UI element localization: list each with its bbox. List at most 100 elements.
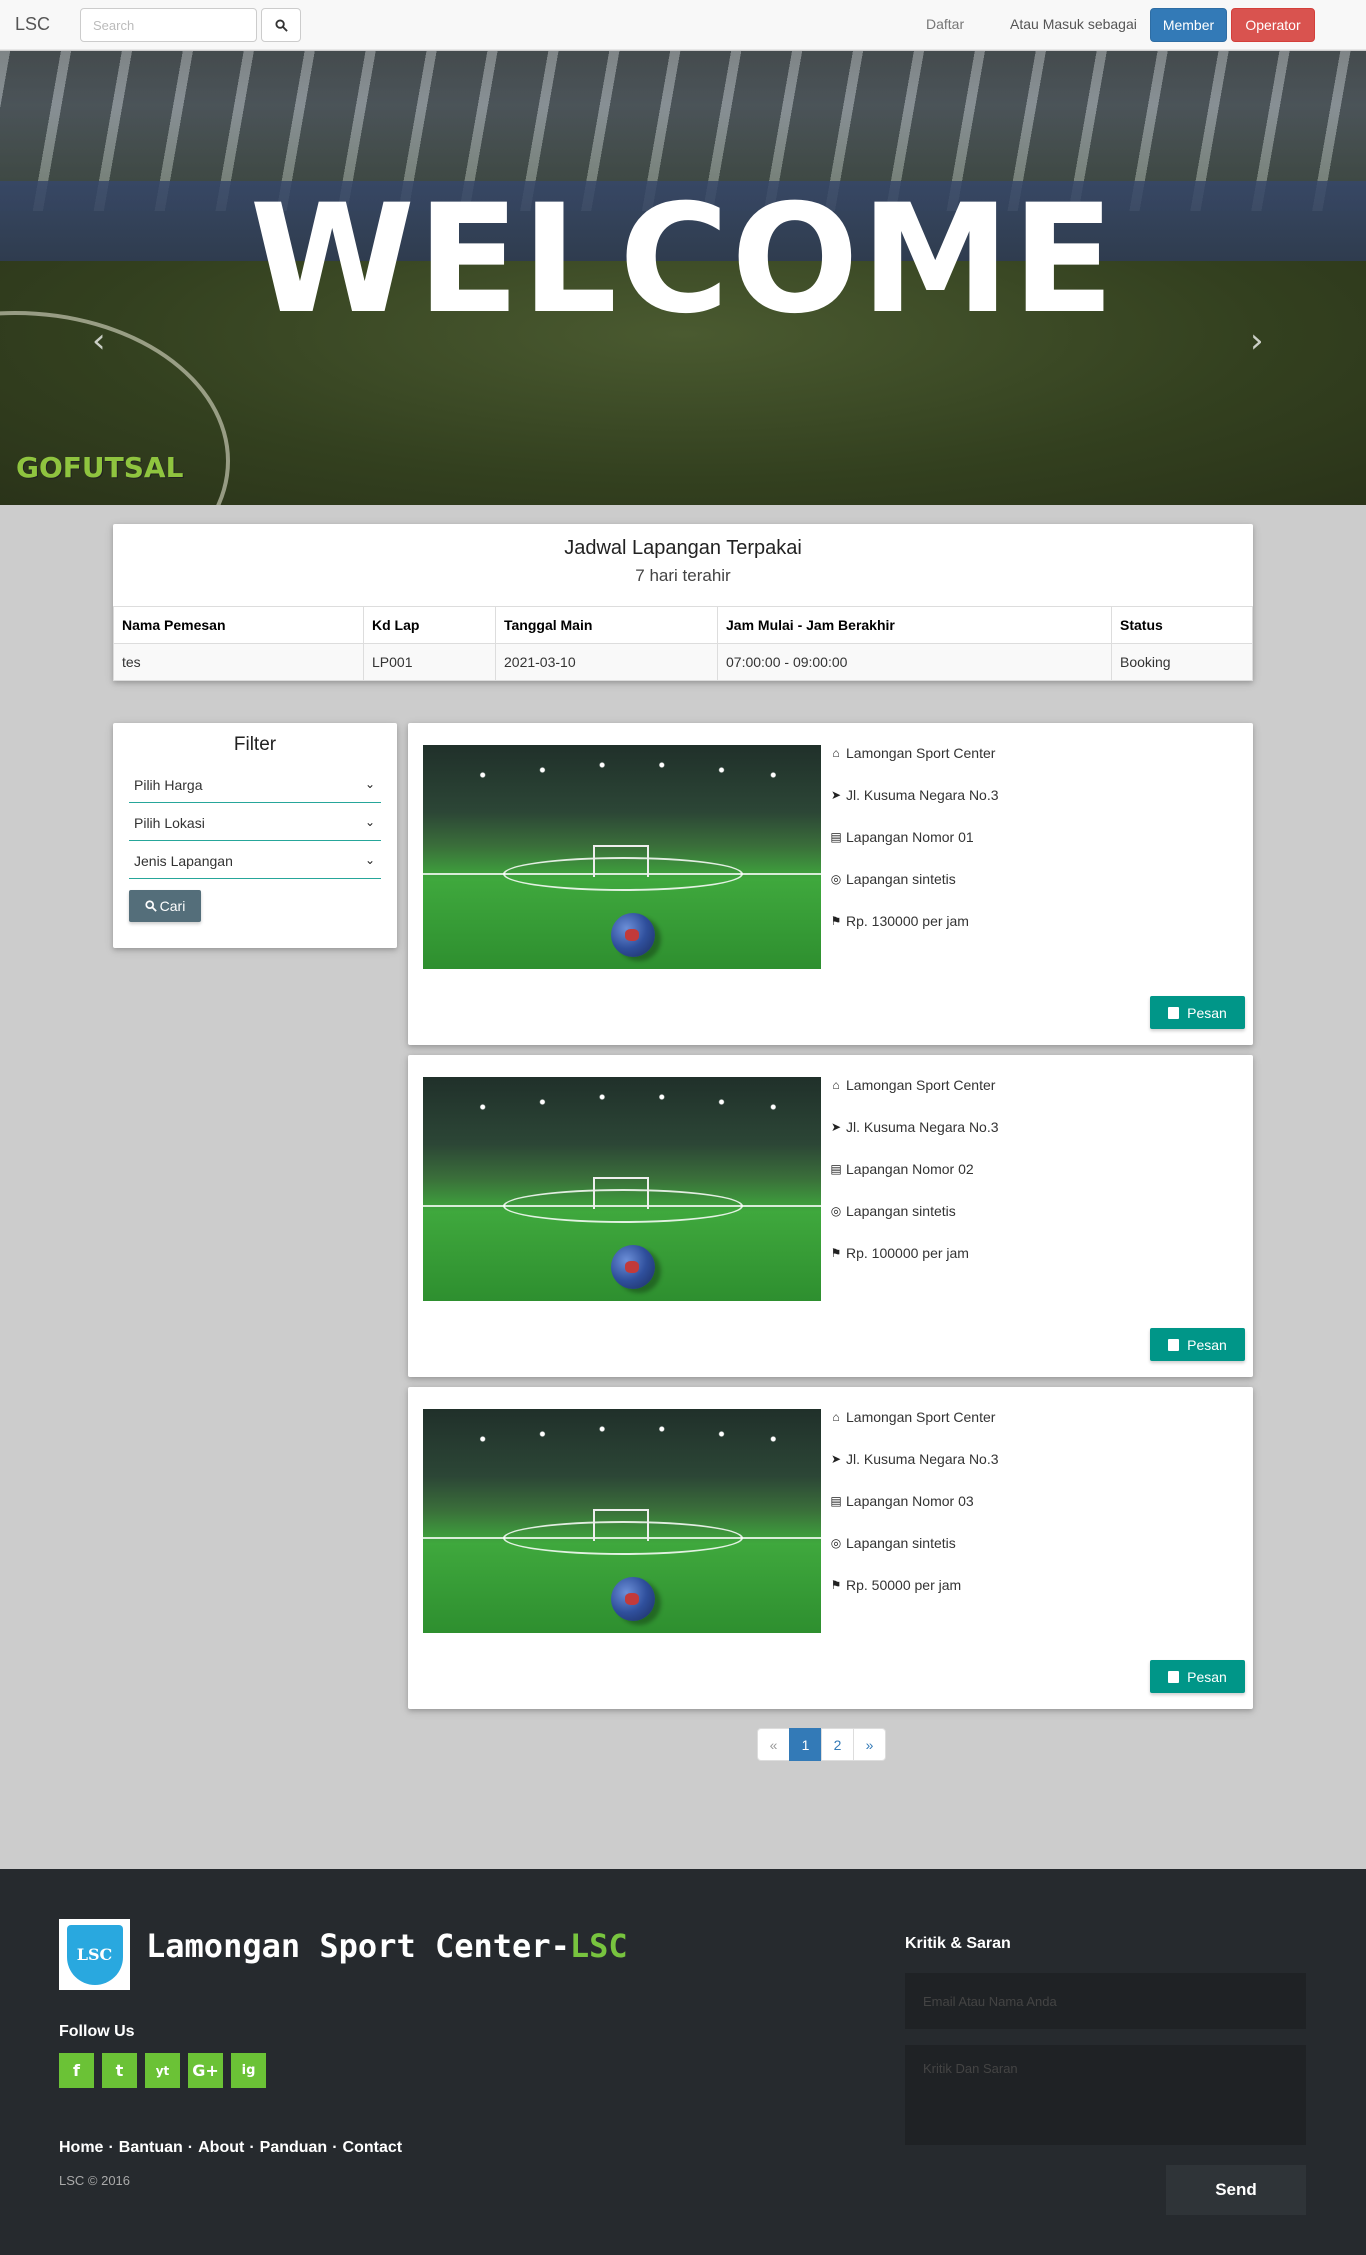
pesan-label: Pesan: [1187, 1336, 1227, 1353]
col-jam: Jam Mulai - Jam Berakhir: [717, 606, 1112, 644]
search-button[interactable]: [261, 8, 301, 42]
footer-link-panduan[interactable]: Panduan: [260, 2139, 328, 2157]
harga-select-value: Pilih Harga: [134, 777, 203, 793]
lokasi-select[interactable]: Pilih Lokasi ⌄: [129, 805, 381, 841]
info-address: ➤ Jl. Kusuma Negara No.3: [829, 1119, 999, 1135]
field-type-text: Lapangan sintetis: [846, 1203, 956, 1219]
send-button[interactable]: Send: [1166, 2165, 1306, 2215]
field-photo: [423, 745, 821, 969]
address-text: Jl. Kusuma Negara No.3: [846, 1119, 999, 1135]
book-icon: [1168, 1338, 1180, 1351]
home-icon: ⌂: [832, 746, 840, 760]
footer-brand: Lamongan Sport Center-LSC: [146, 1927, 628, 1965]
footer-link-contact[interactable]: Contact: [343, 2139, 403, 2157]
gofutsal-logo: GOFUTSAL: [16, 451, 184, 484]
field-type-text: Lapangan sintetis: [846, 871, 956, 887]
col-tanggal-main: Tanggal Main: [495, 606, 718, 644]
table-header-row: Nama Pemesan Kd Lap Tanggal Main Jam Mul…: [113, 606, 1253, 644]
address-text: Jl. Kusuma Negara No.3: [846, 1451, 999, 1467]
search-input[interactable]: [80, 8, 257, 42]
field-type-text: Lapangan sintetis: [846, 1535, 956, 1551]
page-2[interactable]: 2: [821, 1728, 854, 1761]
google-plus-icon[interactable]: G+: [188, 2053, 223, 2088]
info-name: ▤ Lapangan Nomor 02: [829, 1161, 974, 1177]
operator-button[interactable]: Operator: [1231, 8, 1315, 42]
daftar-link[interactable]: Daftar: [926, 16, 964, 32]
schedule-card: Jadwal Lapangan Terpakai 7 hari terahir …: [113, 524, 1253, 681]
carousel-next-icon[interactable]: ›: [1250, 321, 1264, 361]
hero-title: WELCOME: [249, 173, 1117, 347]
harga-select[interactable]: Pilih Harga ⌄: [129, 767, 381, 803]
cell-jam: 07:00:00 - 09:00:00: [717, 643, 1112, 681]
pesan-button[interactable]: Pesan: [1150, 1660, 1245, 1693]
footer-link-home[interactable]: Home: [59, 2139, 103, 2157]
table-row: tes LP001 2021-03-10 07:00:00 - 09:00:00…: [113, 643, 1253, 681]
list-icon: ▤: [830, 1494, 842, 1508]
info-price: ⚑ Rp. 130000 per jam: [829, 913, 969, 929]
cari-button[interactable]: Cari: [129, 890, 201, 922]
pesan-label: Pesan: [1187, 1668, 1227, 1685]
info-price: ⚑ Rp. 50000 per jam: [829, 1577, 962, 1593]
facebook-icon[interactable]: f: [59, 2053, 94, 2088]
footer-separator: ·: [108, 2139, 114, 2156]
info-venue: ⌂ Lamongan Sport Center: [829, 1409, 995, 1425]
schedule-table: Nama Pemesan Kd Lap Tanggal Main Jam Mul…: [113, 606, 1253, 681]
globe-icon: ◎: [830, 1204, 842, 1218]
cari-label: Cari: [159, 898, 186, 914]
info-type: ◎ Lapangan sintetis: [829, 1203, 956, 1219]
field-name-text: Lapangan Nomor 02: [846, 1161, 974, 1177]
follow-us-label: Follow Us: [59, 2023, 135, 2040]
col-status: Status: [1111, 606, 1253, 644]
cell-tanggal: 2021-03-10: [495, 643, 718, 681]
kritik-textarea[interactable]: [905, 2045, 1306, 2145]
info-venue: ⌂ Lamongan Sport Center: [829, 745, 995, 761]
footer-links: Home · Bantuan · About · Panduan · Conta…: [59, 2139, 402, 2157]
footer-link-bantuan[interactable]: Bantuan: [119, 2139, 183, 2157]
search-icon: [274, 18, 288, 32]
info-price: ⚑ Rp. 100000 per jam: [829, 1245, 969, 1261]
page-prev[interactable]: «: [757, 1728, 790, 1761]
cell-nama: tes: [113, 643, 364, 681]
footer-separator: ·: [187, 2139, 194, 2156]
chevron-down-icon: ⌄: [364, 853, 375, 867]
login-prompt: Atau Masuk sebagai: [1010, 16, 1137, 32]
pesan-button[interactable]: Pesan: [1150, 996, 1245, 1029]
tags-icon: ⚑: [830, 914, 842, 928]
home-icon: ⌂: [832, 1410, 840, 1424]
venue-text: Lamongan Sport Center: [846, 745, 996, 761]
jenis-select-value: Jenis Lapangan: [134, 853, 233, 869]
list-icon: ▤: [830, 1162, 842, 1176]
list-icon: ▤: [830, 830, 842, 844]
price-text: Rp. 50000 per jam: [846, 1577, 962, 1593]
youtube-icon[interactable]: yt: [145, 2053, 180, 2088]
page-1[interactable]: 1: [789, 1728, 822, 1761]
cell-kd-lap: LP001: [363, 643, 496, 681]
field-card: ⌂ Lamongan Sport Center ➤ Jl. Kusuma Negar…: [408, 1055, 1253, 1377]
footer: LSC Lamongan Sport Center-LSC Follow Us …: [0, 1869, 1366, 2255]
instagram-icon[interactable]: ig: [231, 2053, 266, 2088]
footer-link-about[interactable]: About: [198, 2139, 244, 2157]
carousel-prev-icon[interactable]: ‹: [92, 321, 106, 361]
globe-icon: ◎: [830, 872, 842, 886]
field-photo: [423, 1409, 821, 1633]
location-arrow-icon: ➤: [830, 1452, 842, 1466]
location-arrow-icon: ➤: [830, 1120, 842, 1134]
copyright: LSC © 2016: [59, 2173, 131, 2188]
pagination: « 1 2 »: [757, 1728, 886, 1761]
hero-carousel: WELCOME GOFUTSAL ‹ ›: [0, 51, 1366, 505]
jenis-select[interactable]: Jenis Lapangan ⌄: [129, 843, 381, 879]
pesan-button[interactable]: Pesan: [1150, 1328, 1245, 1361]
footer-separator: ·: [332, 2139, 338, 2156]
home-icon: ⌂: [832, 1078, 840, 1092]
lsc-shield: LSC: [66, 1924, 123, 1985]
filter-title: Filter: [233, 734, 277, 755]
pesan-label: Pesan: [1187, 1004, 1227, 1021]
kritik-title: Kritik & Saran: [905, 1935, 1011, 1952]
email-field[interactable]: [905, 1973, 1306, 2029]
schedule-title: Jadwal Lapangan Terpakai: [564, 537, 802, 559]
page-next[interactable]: »: [853, 1728, 886, 1761]
twitter-icon[interactable]: t: [102, 2053, 137, 2088]
brand-link[interactable]: LSC: [15, 14, 50, 35]
globe-icon: ◎: [830, 1536, 842, 1550]
member-button[interactable]: Member: [1150, 8, 1227, 42]
